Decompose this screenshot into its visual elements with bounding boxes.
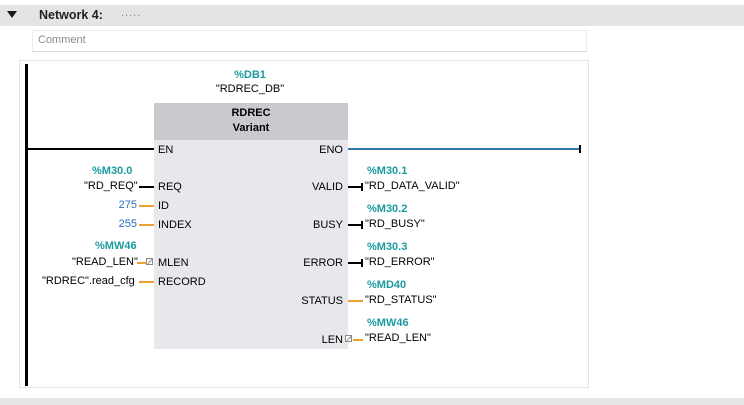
- pin-eno: ENO: [319, 144, 343, 156]
- pin-index: INDEX: [158, 219, 192, 231]
- req-operand[interactable]: "RD_REQ": [84, 180, 138, 192]
- comment-placeholder: Comment: [38, 34, 86, 46]
- function-block-subtype[interactable]: Variant: [154, 122, 348, 134]
- pin-en: EN: [158, 144, 174, 156]
- implicit-conversion-icon: [146, 258, 153, 265]
- mlen-operand[interactable]: "READ_LEN": [72, 256, 138, 268]
- function-block-type: RDREC: [231, 107, 271, 119]
- len-wire: [353, 339, 363, 341]
- pin-status: STATUS: [301, 295, 343, 307]
- pin-error: ERROR: [303, 257, 343, 269]
- req-wire: [139, 186, 154, 188]
- pin-len: LEN: [321, 334, 343, 346]
- len-operand[interactable]: "READ_LEN": [365, 332, 431, 344]
- next-network-header: [0, 398, 744, 405]
- len-address[interactable]: %MW46: [367, 317, 409, 329]
- error-wire-end: [361, 259, 363, 267]
- busy-wire-end: [361, 221, 363, 229]
- record-operand[interactable]: "RDREC".read_cfg: [42, 275, 135, 287]
- instance-db-name[interactable]: "RDREC_DB": [205, 83, 295, 95]
- pin-valid: VALID: [312, 181, 343, 193]
- collapse-arrow-icon[interactable]: [7, 11, 17, 18]
- mlen-address[interactable]: %MW46: [95, 240, 137, 252]
- implicit-conversion-icon: [345, 335, 352, 342]
- pin-req: REQ: [158, 181, 182, 193]
- valid-operand[interactable]: "RD_DATA_VALID": [365, 180, 460, 192]
- index-value[interactable]: 255: [100, 218, 137, 230]
- status-operand[interactable]: "RD_STATUS": [365, 294, 437, 306]
- error-address[interactable]: %M30.3: [367, 241, 407, 253]
- power-rail: [25, 64, 28, 386]
- pin-mlen: MLEN: [158, 257, 189, 269]
- valid-wire: [348, 186, 362, 188]
- busy-operand[interactable]: "RD_BUSY": [365, 218, 425, 230]
- mlen-wire: [137, 262, 146, 264]
- id-wire: [139, 205, 154, 207]
- eno-wire[interactable]: [348, 148, 580, 150]
- network-header[interactable]: Network 4: .....: [0, 5, 744, 26]
- network-comment-field[interactable]: Comment: [32, 30, 587, 52]
- status-address[interactable]: %MD40: [367, 279, 406, 291]
- error-wire: [348, 262, 362, 264]
- req-address[interactable]: %M30.0: [92, 165, 132, 177]
- pin-busy: BUSY: [313, 219, 343, 231]
- id-value[interactable]: 275: [100, 199, 137, 211]
- network-title-placeholder[interactable]: .....: [121, 7, 141, 19]
- busy-address[interactable]: %M30.2: [367, 203, 407, 215]
- instance-db-address[interactable]: %DB1: [220, 69, 280, 81]
- en-wire[interactable]: [28, 148, 154, 150]
- pin-record: RECORD: [158, 276, 206, 288]
- valid-wire-end: [361, 183, 363, 191]
- pin-id: ID: [158, 200, 169, 212]
- valid-address[interactable]: %M30.1: [367, 165, 407, 177]
- busy-wire: [348, 224, 362, 226]
- eno-wire-end: [579, 145, 581, 153]
- record-wire: [139, 281, 154, 283]
- network-title: Network 4:: [39, 8, 103, 22]
- error-operand[interactable]: "RD_ERROR": [365, 256, 435, 268]
- index-wire: [139, 224, 154, 226]
- status-wire: [348, 300, 363, 302]
